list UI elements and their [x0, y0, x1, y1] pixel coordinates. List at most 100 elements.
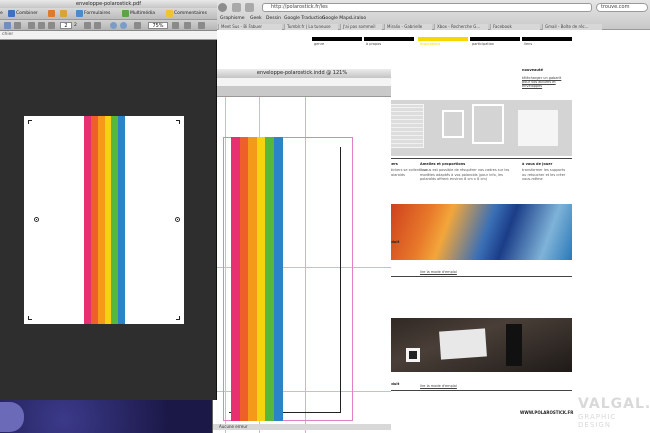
crop-mark	[176, 316, 180, 320]
indesign-status-bar: Aucune erreur	[213, 424, 391, 430]
planet	[0, 402, 24, 432]
home-icon[interactable]	[245, 3, 254, 12]
tab-3[interactable]: J'ai pas sommeil	[340, 24, 382, 30]
panel-label: chier	[2, 32, 14, 37]
zoom-out-icon[interactable]	[110, 22, 117, 29]
stripe-orange	[98, 116, 105, 324]
nav-liens[interactable]: liens	[524, 42, 532, 46]
stripe-red	[91, 116, 98, 324]
new-link[interactable]: télécharger un gabarit pour vos albums e…	[522, 76, 570, 88]
template-frame-small	[442, 110, 464, 138]
address-bar[interactable]: http://polarostick.fr/les	[262, 3, 592, 12]
footer-brand: WWW.POLAROSTICK.FR	[520, 410, 574, 415]
tab-2[interactable]: Tumblr.fr | La tuneuse	[284, 24, 338, 30]
stripe-pink	[84, 116, 91, 324]
sign-icon[interactable]	[60, 10, 67, 17]
stripe-red	[240, 137, 248, 421]
stripe-blue	[118, 116, 125, 324]
left-cut-label: e	[0, 11, 3, 16]
prev-page-icon[interactable]	[28, 22, 35, 29]
bookmark-google-maps[interactable]: Google Maps	[322, 16, 351, 21]
search-icon[interactable]	[198, 22, 205, 29]
print-icon[interactable]	[4, 22, 11, 29]
indesign-ruler	[213, 78, 391, 97]
fit-width-icon[interactable]	[172, 22, 179, 29]
tab-5[interactable]: Xbox - Recherche G...	[434, 24, 488, 30]
nav-apropos[interactable]: à propos	[366, 42, 381, 46]
nav-bar-liens[interactable]	[522, 37, 572, 41]
fit-page-icon[interactable]	[134, 22, 141, 29]
pdf-title: enveloppe-polarostick.pdf	[0, 0, 217, 8]
bookmark-graphisme[interactable]: Graphisme	[220, 16, 245, 21]
forms-button[interactable]: Formulaires	[84, 9, 110, 19]
col3-text: transformer les supports ou retoucher et…	[522, 168, 566, 181]
next-page-icon[interactable]	[38, 22, 45, 29]
stripe-orange	[248, 137, 257, 421]
indesign-canvas[interactable]	[213, 97, 391, 433]
reload-icon[interactable]	[232, 3, 241, 12]
page-number-input[interactable]: 2	[60, 22, 72, 29]
forward-icon[interactable]	[218, 3, 227, 12]
search-field[interactable]: trouve.com	[596, 3, 648, 12]
paint-photo	[380, 204, 572, 260]
crop-mark	[176, 120, 180, 124]
stripe-green	[265, 137, 274, 421]
pdf-panel-header: chier	[0, 31, 217, 40]
forms-icon[interactable]	[76, 10, 83, 17]
comments-button[interactable]: Commentaires	[174, 9, 207, 19]
browser-toolbar: http://polarostick.fr/les trouve.com Gra…	[200, 0, 650, 30]
indesign-title: enveloppe-polarostick.indd @ 121%	[213, 69, 391, 78]
tab-1[interactable]: Meet Sus - Bi Fabuer	[218, 24, 282, 30]
email-icon[interactable]	[14, 22, 21, 29]
combine-button[interactable]: Combiner	[16, 9, 38, 19]
indesign-window: enveloppe-polarostick.indd @ 121% Aucune…	[212, 69, 391, 433]
stripe-yellow	[257, 137, 265, 421]
secure-icon[interactable]	[48, 10, 55, 17]
col2-title: Amelies et proportions	[420, 162, 466, 166]
col3-title: à vous de jouer	[522, 162, 553, 166]
tab-4[interactable]: Miralix - Gabrielle	[384, 24, 432, 30]
zoom-in-icon[interactable]	[120, 22, 127, 29]
stripe-blue	[274, 137, 283, 421]
page-down-icon[interactable]	[48, 22, 55, 29]
nav-bar-genre[interactable]	[312, 37, 362, 41]
stripe-green	[111, 116, 118, 324]
watermark-line2: GRAPHIC DESIGN	[578, 413, 617, 429]
link-2[interactable]: lire la mode d'emploi	[420, 384, 457, 388]
bookmark-liraloo[interactable]: Liraloo	[351, 16, 366, 21]
multimedia-button[interactable]: Multimédia	[130, 9, 155, 19]
desk-photo	[380, 318, 572, 372]
paper-sheet	[439, 328, 487, 360]
tab-6[interactable]: Facebook	[490, 24, 540, 30]
crop-mark	[28, 316, 32, 320]
page-total: 2	[74, 23, 77, 28]
bookmark-geek[interactable]: Geek	[250, 16, 262, 21]
rotate-icon[interactable]	[184, 22, 191, 29]
desktop-wallpaper	[0, 400, 212, 433]
pdf-page[interactable]	[24, 116, 184, 324]
bookmark-google-traduction[interactable]: Google Traduction	[284, 16, 325, 21]
crop-mark	[28, 120, 32, 124]
nav-participation[interactable]: participation	[472, 42, 494, 46]
col2-text: Il vous est possible de résupérer vos ca…	[420, 168, 510, 181]
template-sheet	[518, 110, 558, 146]
ruler-band	[213, 86, 391, 96]
multimedia-icon[interactable]	[122, 10, 129, 17]
nav-bar-apropos[interactable]	[364, 37, 414, 41]
link-1[interactable]: lire la mode d'emploi	[420, 270, 457, 274]
hand-tool-icon[interactable]	[84, 22, 91, 29]
nav-bar-inspirations[interactable]	[418, 37, 468, 41]
nav-inspirations[interactable]: inspirations	[420, 42, 440, 46]
polaroid	[406, 348, 420, 362]
create-icon[interactable]	[8, 10, 15, 17]
bookmark-dessin[interactable]: Dessin	[266, 16, 281, 21]
templates-image	[380, 100, 572, 156]
divider	[380, 390, 572, 391]
zoom-select[interactable]: 75%	[148, 22, 168, 29]
select-tool-icon[interactable]	[94, 22, 101, 29]
comments-icon[interactable]	[166, 10, 173, 17]
nav-genre[interactable]: genre	[314, 42, 324, 46]
tab-7[interactable]: Gmail - Boîte de réc...	[542, 24, 602, 30]
nav-bar-participation[interactable]	[470, 37, 520, 41]
box	[506, 324, 522, 366]
